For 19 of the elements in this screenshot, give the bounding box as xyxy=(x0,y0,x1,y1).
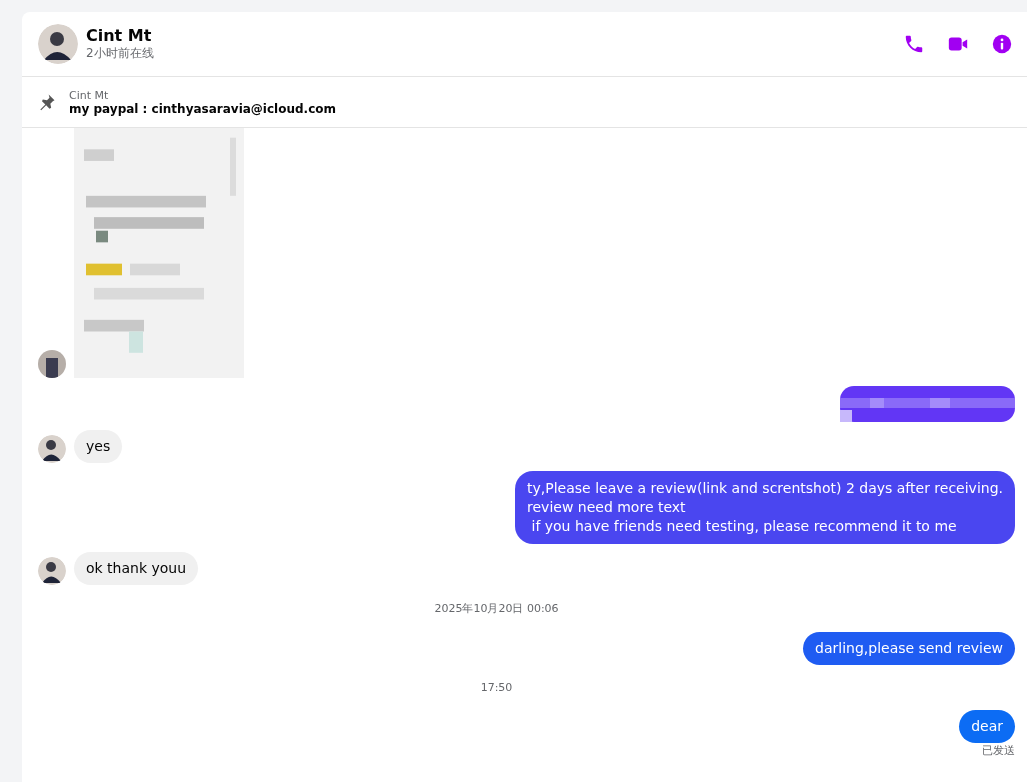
delivery-status: 已发送 xyxy=(982,744,1015,757)
message-bubble: dear xyxy=(959,710,1015,743)
presence-status: 2小时前在线 xyxy=(86,45,154,62)
message-bubble: ty,Please leave a review(link and screntshot) 2 days after receiving. review need more text if you have friends need testing, please recommend it to me xyxy=(515,471,1015,544)
pinned-sender: Cint Mt xyxy=(69,88,110,102)
timestamp: 17:50 xyxy=(479,681,514,694)
message-bubble: yes xyxy=(74,430,123,463)
pin-icon xyxy=(37,92,57,112)
pinned-message[interactable]: my paypal : cinthyasaravia@icloud.com xyxy=(69,101,336,116)
message-bubble: ok thank youu xyxy=(74,552,199,585)
avatar-icon xyxy=(38,350,66,378)
info-icon[interactable] xyxy=(991,33,1013,55)
avatar-icon xyxy=(38,435,66,463)
contact-name: Cint Mt xyxy=(86,26,153,45)
phone-icon[interactable] xyxy=(903,33,925,55)
avatar-icon xyxy=(38,557,66,585)
timestamp: 2025年10月20日 00:06 xyxy=(433,601,560,616)
message-bubble: darling,please send review xyxy=(803,632,1015,665)
avatar-icon[interactable] xyxy=(38,24,78,64)
